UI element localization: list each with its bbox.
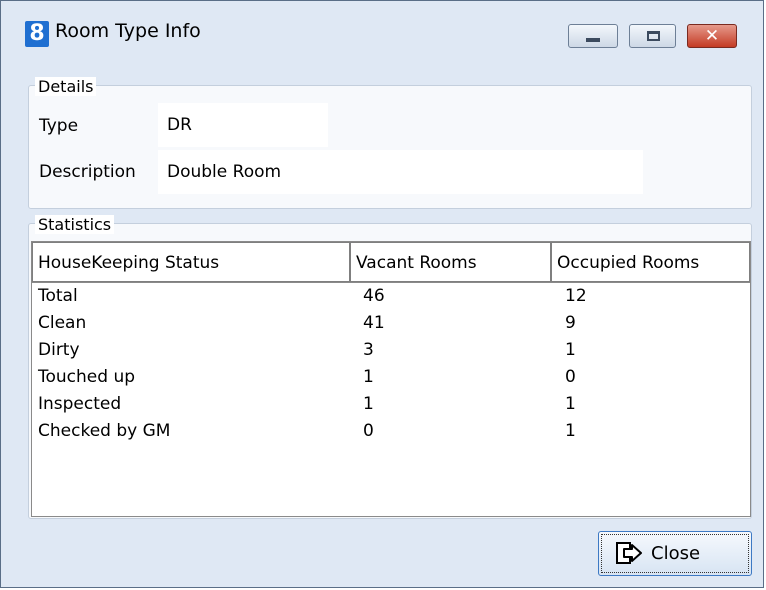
occupied-cell: 1 xyxy=(565,394,576,414)
vacant-cell: 1 xyxy=(363,394,374,414)
vacant-cell: 46 xyxy=(363,286,385,306)
status-cell: Touched up xyxy=(38,367,136,387)
status-cell: Clean xyxy=(38,313,87,333)
table-header: HouseKeeping Status Vacant Rooms Occupie… xyxy=(32,242,750,283)
exit-arrow-icon xyxy=(616,542,642,564)
table-row[interactable]: Clean 41 9 xyxy=(32,313,750,340)
title-bar[interactable]: 8 Room Type Info ✕ xyxy=(1,1,763,49)
table-row[interactable]: Touched up 1 0 xyxy=(32,367,750,394)
vacant-cell: 3 xyxy=(363,340,374,360)
vacant-cell: 41 xyxy=(363,313,385,333)
occupied-cell: 1 xyxy=(565,421,576,441)
table-row[interactable]: Checked by GM 0 1 xyxy=(32,421,750,448)
table-row[interactable]: Dirty 3 1 xyxy=(32,340,750,367)
close-window-button[interactable]: ✕ xyxy=(687,24,737,48)
type-field[interactable]: DR xyxy=(158,103,328,147)
table-body: Total 46 12 Clean 41 9 Dirty 3 1 Touched… xyxy=(32,286,750,448)
table-row[interactable]: Inspected 1 1 xyxy=(32,394,750,421)
close-icon: ✕ xyxy=(704,26,720,46)
description-field[interactable]: Double Room xyxy=(158,150,643,194)
status-cell: Inspected xyxy=(38,394,122,414)
statistics-table: HouseKeeping Status Vacant Rooms Occupie… xyxy=(31,241,751,517)
vacant-cell: 1 xyxy=(363,367,374,387)
occupied-cell: 0 xyxy=(565,367,576,387)
minimize-icon xyxy=(586,38,600,42)
status-cell: Total xyxy=(38,286,78,306)
app-icon: 8 xyxy=(25,21,49,47)
close-button[interactable]: Close xyxy=(598,531,752,576)
column-header-vacant-rooms[interactable]: Vacant Rooms xyxy=(350,242,551,282)
occupied-cell: 9 xyxy=(565,313,576,333)
status-cell: Dirty xyxy=(38,340,80,360)
maximize-button[interactable] xyxy=(629,24,676,48)
room-type-info-window: 8 Room Type Info ✕ Details Type DR Descr… xyxy=(0,0,764,588)
description-label: Description xyxy=(39,162,136,182)
maximize-icon xyxy=(647,31,660,41)
statistics-legend: Statistics xyxy=(35,215,115,234)
status-cell: Checked by GM xyxy=(38,421,171,441)
column-header-occupied-rooms[interactable]: Occupied Rooms xyxy=(551,242,750,282)
minimize-button[interactable] xyxy=(568,24,618,48)
column-header-housekeeping-status[interactable]: HouseKeeping Status xyxy=(32,242,350,282)
occupied-cell: 12 xyxy=(565,286,587,306)
window-title: Room Type Info xyxy=(55,20,201,42)
details-legend: Details xyxy=(35,77,97,96)
close-button-label: Close xyxy=(651,543,701,564)
vacant-cell: 0 xyxy=(363,421,374,441)
type-label: Type xyxy=(39,116,79,136)
table-row[interactable]: Total 46 12 xyxy=(32,286,750,313)
occupied-cell: 1 xyxy=(565,340,576,360)
